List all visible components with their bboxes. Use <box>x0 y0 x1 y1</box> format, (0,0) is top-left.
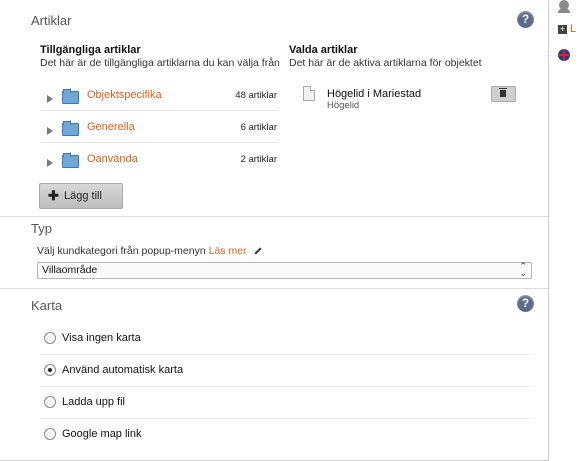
read-more-link[interactable]: Läs mer <box>209 245 247 257</box>
available-heading: Tillgängliga artiklar <box>40 44 141 56</box>
expand-arrow-icon[interactable] <box>47 127 53 135</box>
radio-label[interactable]: Använd automatisk karta <box>62 364 183 376</box>
add-icon[interactable]: + <box>558 25 567 34</box>
article-category-name[interactable]: Oanvända <box>87 153 138 165</box>
radio-button[interactable] <box>44 332 56 344</box>
radio-option-no-map[interactable]: Visa ingen karta <box>44 332 532 362</box>
add-article-button[interactable]: ✚ Lägg till <box>39 183 123 209</box>
artiklar-title: Artiklar <box>31 13 72 28</box>
folder-icon <box>62 89 79 104</box>
article-category-name[interactable]: Objektspecifika <box>87 89 162 101</box>
radio-button[interactable] <box>44 396 56 408</box>
section-divider <box>0 216 548 217</box>
flag-icon[interactable] <box>558 49 570 61</box>
instruction-text: Välj kundkategori från popup-menyn <box>37 245 206 257</box>
plus-icon: ✚ <box>48 188 59 203</box>
radio-option-google-map[interactable]: Google map link <box>44 428 532 458</box>
divider <box>40 386 530 387</box>
list-item[interactable]: Generella 6 artiklar <box>47 119 277 149</box>
selected-subtitle: Det här är de aktiva artiklarna för obje… <box>289 57 482 69</box>
article-count: 48 artiklar <box>235 90 277 101</box>
cropped-link[interactable]: L <box>570 23 576 35</box>
expand-arrow-icon[interactable] <box>47 95 53 103</box>
article-count: 6 artiklar <box>240 122 277 133</box>
selected-article-subtitle: Högelid <box>327 100 360 111</box>
folder-icon <box>62 153 79 168</box>
user-icon-body <box>558 8 570 13</box>
section-divider <box>0 288 548 289</box>
pencil-icon[interactable] <box>254 247 263 255</box>
typ-instruction: Välj kundkategori från popup-menyn Läs m… <box>37 245 263 257</box>
list-item[interactable]: Oanvända 2 artiklar <box>47 151 277 181</box>
radio-button[interactable] <box>44 364 56 376</box>
divider <box>40 110 278 111</box>
radio-label[interactable]: Visa ingen karta <box>62 332 141 344</box>
karta-title: Karta <box>31 298 63 313</box>
folder-icon <box>62 121 79 136</box>
radio-option-upload[interactable]: Ladda upp fil <box>44 396 532 426</box>
typ-title: Typ <box>31 221 52 236</box>
radio-label[interactable]: Ladda upp fil <box>62 396 125 408</box>
selected-heading: Valda artiklar <box>289 44 358 56</box>
help-icon[interactable]: ? <box>517 295 534 312</box>
divider <box>40 418 530 419</box>
radio-option-auto-map[interactable]: Använd automatisk karta <box>44 364 532 394</box>
article-category-name[interactable]: Generella <box>87 121 135 133</box>
select-arrows-icon: ⌃ ⌄ <box>519 261 527 278</box>
expand-arrow-icon[interactable] <box>47 159 53 167</box>
divider <box>40 142 278 143</box>
radio-button[interactable] <box>44 428 56 440</box>
add-button-label: Lägg till <box>64 190 102 202</box>
right-sidebar: + L <box>549 0 580 461</box>
radio-label[interactable]: Google map link <box>62 428 142 440</box>
available-subtitle: Det här är de tillgängliga artiklarna du… <box>40 57 280 69</box>
list-item[interactable]: Objektspecifika 48 artiklar <box>47 87 277 117</box>
select-value: Villaområde <box>42 264 98 276</box>
help-icon[interactable]: ? <box>517 11 534 28</box>
customer-category-select[interactable]: Villaområde ⌃ ⌄ <box>37 262 532 279</box>
trash-icon[interactable] <box>491 86 516 102</box>
article-count: 2 artiklar <box>240 154 277 165</box>
selected-article-title: Högelid i Mariestad <box>327 88 422 100</box>
article-panel: Artiklar ? Tillgängliga artiklar Det här… <box>0 0 549 461</box>
divider <box>40 354 530 355</box>
document-icon <box>303 86 315 101</box>
